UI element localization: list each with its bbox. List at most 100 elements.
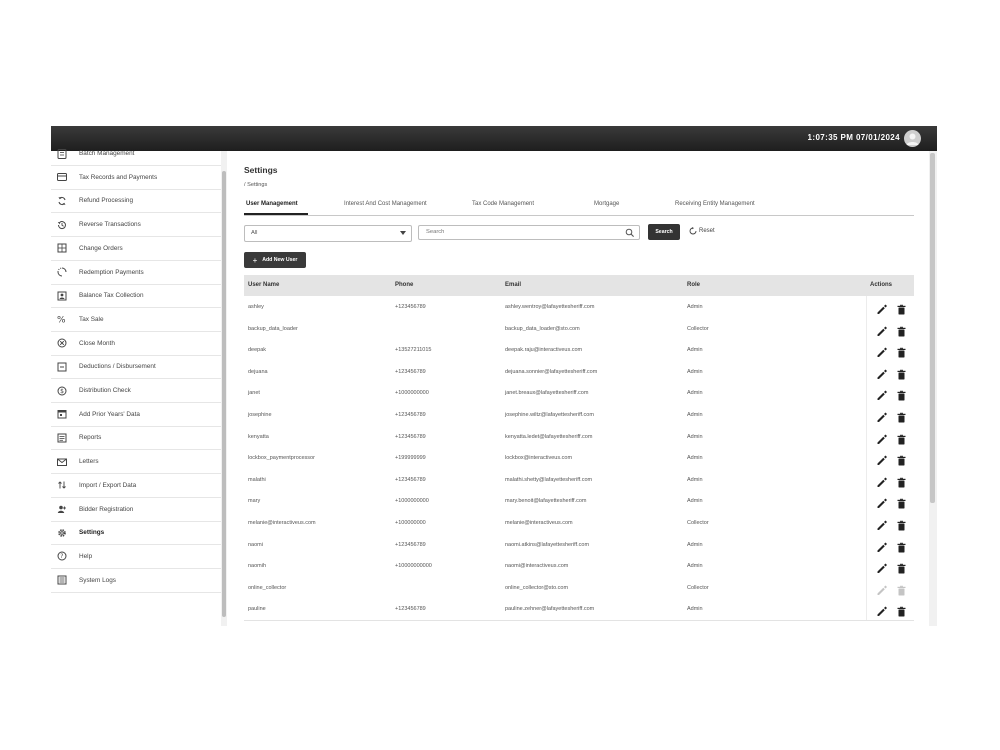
clock: 1:07:35 PM 07/01/2024 [807, 133, 900, 142]
delete-user-button[interactable] [896, 604, 907, 622]
table-row[interactable]: melanie@interactiveus.com +100000000 melan… [244, 512, 914, 535]
sidebar-scroll-thumb[interactable] [222, 171, 226, 617]
table-row[interactable]: ashley +123456789 ashley.wentroy@lafayette… [244, 296, 914, 319]
search-icon[interactable] [625, 228, 635, 238]
table-row[interactable]: mary +1000000000 mary.benoit@lafayettesher… [244, 490, 914, 513]
sidebar-item-system-logs[interactable]: System Logs [51, 569, 221, 593]
sidebar-item-balance-tax-collection[interactable]: Balance Tax Collection [51, 284, 221, 309]
cell-email: pauline.zehner@lafayettesheriff.com [505, 606, 595, 613]
cell-role: Admin [687, 498, 703, 505]
pencil-icon [877, 520, 887, 530]
user-avatar[interactable] [904, 130, 921, 147]
search-field[interactable] [418, 225, 640, 240]
cell-phone: +123456789 [395, 368, 426, 375]
trash-icon [897, 499, 906, 509]
cell-role: Admin [687, 455, 703, 462]
tab-mortgage[interactable]: Mortgage [594, 201, 619, 207]
table-row[interactable]: deepak +13527211015 deepak.raju@interactiv… [244, 339, 914, 362]
cell-email: malathi.shetty@lafayettesheriff.com [505, 476, 593, 483]
cell-email: mary.benoit@lafayettesheriff.com [505, 498, 587, 505]
column-header-email[interactable]: Email [505, 282, 521, 288]
trash-icon [897, 304, 906, 315]
cell-user-name: backup_data_loader [248, 325, 298, 332]
gear-icon [56, 527, 68, 539]
cell-email: backup_data_loader@sto.com [505, 325, 580, 332]
report-icon [56, 432, 68, 444]
sidebar-item-label: Balance Tax Collection [79, 292, 144, 300]
table-header: User Name Phone Email Role Actions [244, 275, 914, 296]
sidebar-item-settings[interactable]: Settings [51, 521, 221, 546]
cell-email: online_collector@sto.com [505, 584, 569, 591]
table-row[interactable]: malathi +123456789 malathi.shetty@lafayett… [244, 468, 914, 492]
cell-phone: +100000000 [395, 520, 426, 526]
tab-receiving-entity-management[interactable]: Receiving Entity Management [675, 201, 755, 207]
table-row[interactable]: janet +1000000000 janet.breaux@lafayettesh… [244, 382, 914, 405]
column-header-role[interactable]: Role [687, 282, 700, 288]
sidebar-item-bidder-registration[interactable]: Bidder Registration [51, 498, 221, 522]
sidebar-item-reverse-transactions[interactable]: Reverse Transactions [51, 213, 221, 238]
sidebar-item-deductions-disbursement[interactable]: Deductions / Disbursement [51, 355, 221, 380]
cell-phone: +123456789 [395, 541, 426, 548]
trash-icon [897, 434, 906, 445]
pencil-icon [877, 412, 887, 422]
reset-icon [689, 227, 697, 235]
cell-role: Admin [687, 347, 703, 354]
cell-user-name: mary [248, 498, 261, 505]
sidebar-item-label: Change Orders [79, 244, 123, 252]
sidebar-item-label: Close Month [79, 339, 115, 347]
table-row[interactable]: dejuana +123456789 dejuana.sonnier@lafayet… [244, 360, 914, 384]
table-row[interactable]: naomi +123456789 naomi.atkins@lafayetteshe… [244, 533, 914, 557]
trash-icon [897, 477, 906, 488]
table-row[interactable]: kenyatta +123456789 kenyatta.ledet@lafayet… [244, 425, 914, 449]
cell-role: Admin [687, 390, 703, 397]
pencil-icon [877, 542, 887, 552]
sidebar-item-import-export-data[interactable]: Import / Export Data [51, 474, 221, 498]
table-row[interactable]: pauline +123456789 pauline.zehner@lafayett… [244, 598, 914, 621]
table-row[interactable]: lockbox_paymentprocessor +199999999 lockbo… [244, 447, 914, 470]
sidebar-item-letters[interactable]: Letters [51, 450, 221, 475]
add-new-user-button[interactable]: + Add New User [244, 252, 306, 268]
cell-user-name: josephine [248, 412, 272, 418]
sidebar-item-reports[interactable]: Reports [51, 426, 221, 451]
pencil-icon [877, 455, 887, 466]
sidebar-item-help[interactable]: ? Help [51, 545, 221, 569]
tab-user-management[interactable]: User Management [246, 201, 298, 207]
mail-icon [56, 456, 68, 468]
sidebar-item-redemption-payments[interactable]: Redemption Payments [51, 261, 221, 285]
sidebar-item-tax-sale[interactable]: % Tax Sale [51, 308, 221, 332]
table-row[interactable]: backup_data_loader backup_data_loader@sto… [244, 317, 914, 341]
cell-phone: +10000000000 [395, 563, 432, 570]
sidebar-item-change-orders[interactable]: Change Orders [51, 237, 221, 261]
sidebar-item-close-month[interactable]: Close Month [51, 332, 221, 356]
tab-interest-and-cost-management[interactable]: Interest And Cost Management [344, 201, 427, 207]
sidebar-item-distribution-check[interactable]: $ Distribution Check [51, 379, 221, 403]
actions-divider [866, 360, 867, 383]
sidebar-item-add-prior-years-data[interactable]: Add Prior Years' Data [51, 403, 221, 427]
column-header-user-name[interactable]: User Name [248, 282, 279, 288]
sidebar-item-refund-processing[interactable]: Refund Processing [51, 189, 221, 214]
reset-button[interactable]: Reset [689, 227, 715, 235]
actions-divider [866, 404, 867, 426]
table-row[interactable]: naomih +10000000000 naomi@interactiveus.co… [244, 555, 914, 578]
tab-tax-code-management[interactable]: Tax Code Management [472, 201, 534, 207]
cell-phone: +1000000000 [395, 390, 429, 397]
role-select[interactable]: All [244, 225, 412, 242]
search-input[interactable] [424, 228, 623, 236]
trash-icon [897, 326, 906, 337]
pencil-icon [877, 326, 887, 336]
column-header-phone[interactable]: Phone [395, 282, 413, 288]
svg-text:$: $ [60, 388, 64, 395]
cycle-icon [56, 266, 68, 278]
breadcrumb[interactable]: / Settings [244, 182, 267, 188]
search-button[interactable]: Search [648, 224, 680, 240]
cell-email: naomi@interactiveus.com [505, 563, 569, 570]
grid-icon [56, 242, 68, 254]
main-scroll-thumb[interactable] [930, 153, 935, 503]
sidebar-item-batch-management[interactable]: Batch Management [51, 142, 221, 166]
cell-role: Admin [687, 368, 703, 375]
edit-user-button[interactable] [876, 604, 887, 622]
sidebar-item-tax-records-and-payments[interactable]: Tax Records and Payments [51, 166, 221, 190]
table-row[interactable]: online_collector online_collector@sto.com… [244, 576, 914, 600]
actions-divider [866, 576, 867, 599]
table-row[interactable]: josephine +123456789 josephine.wiltz@lafay… [244, 404, 914, 427]
